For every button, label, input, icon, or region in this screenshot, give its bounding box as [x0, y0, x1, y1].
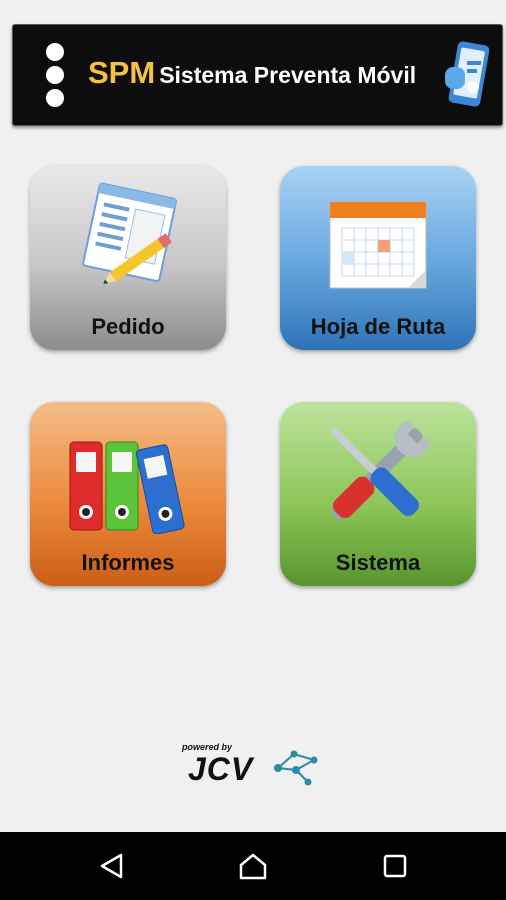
order-form-icon — [82, 182, 177, 284]
tile-label: Hoja de Ruta — [310, 314, 446, 339]
system-navigation-bar — [0, 832, 506, 900]
back-icon[interactable] — [97, 851, 127, 881]
recents-icon[interactable] — [380, 851, 410, 881]
overflow-menu-button[interactable] — [41, 43, 69, 107]
menu-dot-icon — [46, 66, 64, 84]
tile-label: Pedido — [91, 314, 165, 339]
tile-hoja-de-ruta[interactable]: Hoja de Ruta — [280, 166, 476, 350]
menu-dot-icon — [46, 43, 64, 61]
mobile-sales-icon — [445, 41, 490, 107]
tile-sistema[interactable]: Sistema — [280, 402, 476, 586]
home-icon[interactable] — [238, 851, 268, 881]
tile-pedido[interactable]: Pedido — [30, 166, 226, 350]
app-title: SPM Sistema Preventa Móvil — [88, 55, 416, 91]
tools-icon — [330, 420, 431, 520]
app-subtitle: Sistema Preventa Móvil — [159, 62, 417, 88]
tile-label: Sistema — [335, 550, 421, 575]
calendar-icon — [329, 201, 427, 289]
app-header: SPM Sistema Preventa Móvil — [12, 24, 503, 126]
brand-name: SPM — [88, 55, 156, 90]
binders-icon — [69, 441, 185, 534]
network-nodes-icon — [274, 750, 318, 786]
tile-label: Informes — [81, 550, 175, 575]
menu-dot-icon — [46, 89, 64, 107]
tile-informes[interactable]: Informes — [30, 402, 226, 586]
company-name: JCV — [188, 751, 254, 787]
powered-by-logo: powered by JCV — [180, 742, 330, 790]
